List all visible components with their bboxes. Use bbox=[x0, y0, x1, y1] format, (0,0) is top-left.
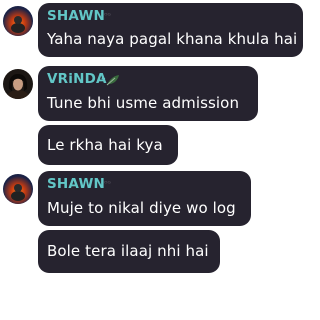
message-text: Muje to nikal diye wo log bbox=[47, 199, 236, 217]
message-text: Yaha naya pagal khana khula hai bbox=[47, 30, 298, 48]
message-bubble[interactable]: SHAWN ᴼᴳ Yaha naya pagal khana khula hai bbox=[38, 3, 303, 57]
message-bubble[interactable]: VRiNDA - Tune bhi usme admission bbox=[38, 66, 258, 121]
leaf-icon bbox=[106, 71, 120, 86]
message-text: Bole tera ilaaj nhi hai bbox=[47, 242, 209, 260]
sender-name[interactable]: SHAWN bbox=[47, 8, 105, 24]
sender-suffix: - bbox=[101, 71, 106, 86]
avatar-shawn[interactable] bbox=[3, 174, 33, 204]
sender-tag: ᴼᴳ bbox=[104, 12, 111, 20]
sender-name[interactable]: SHAWN bbox=[47, 176, 105, 192]
sender-name[interactable]: VRiNDA bbox=[47, 71, 107, 87]
message-bubble[interactable]: Le rkha hai kya bbox=[38, 125, 178, 165]
message-text: Le rkha hai kya bbox=[47, 136, 163, 154]
sender-tag: ᴼᴳ bbox=[104, 180, 111, 188]
avatar-shawn[interactable] bbox=[3, 6, 33, 36]
avatar-vrinda[interactable] bbox=[3, 69, 33, 99]
message-bubble[interactable]: Bole tera ilaaj nhi hai bbox=[38, 230, 220, 273]
message-text: Tune bhi usme admission bbox=[47, 94, 240, 112]
message-bubble[interactable]: SHAWN ᴼᴳ Muje to nikal diye wo log bbox=[38, 171, 251, 226]
